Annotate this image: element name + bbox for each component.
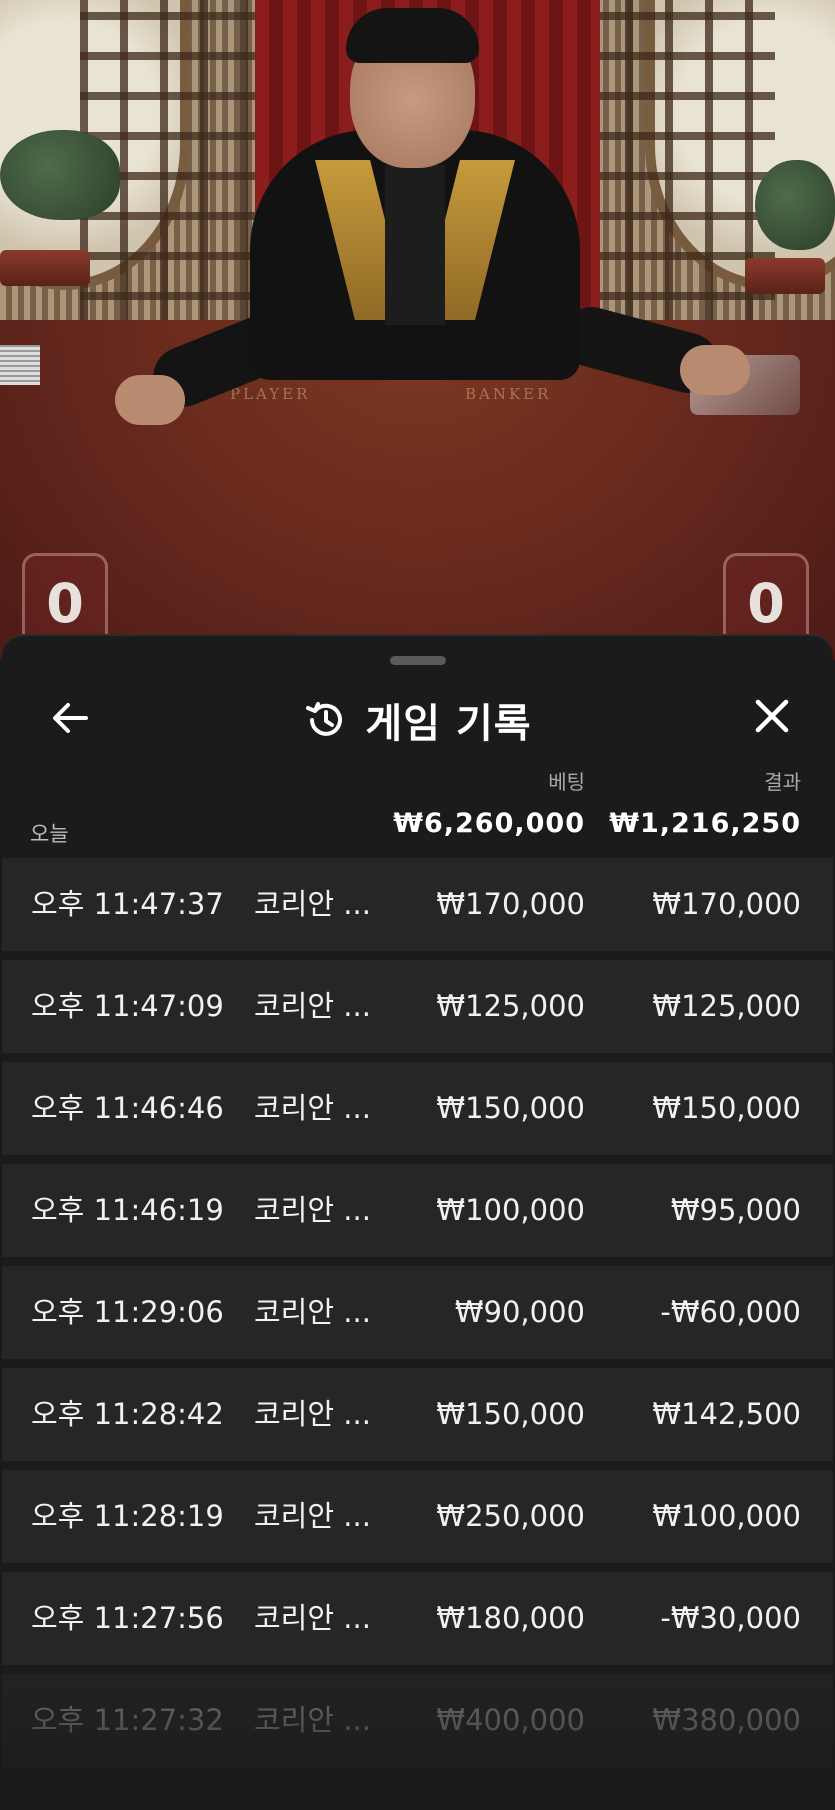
sheet-drag-handle[interactable] xyxy=(390,656,446,665)
row-result: ₩95,000 xyxy=(670,1193,801,1227)
card-stack xyxy=(0,345,40,385)
player-score: 0 xyxy=(46,572,84,635)
row-game: 코리안 ... xyxy=(254,1397,371,1431)
row-time: 오후 11:28:42 xyxy=(31,1397,224,1431)
history-row[interactable]: 오후 11:46:19 코리안 ... ₩100,000 ₩95,000 xyxy=(2,1164,833,1257)
history-summary: 베팅 결과 오늘 ₩6,260,000 ₩1,216,250 xyxy=(2,756,833,852)
date-group-label: 오늘 xyxy=(30,822,69,846)
dealer-hand-right xyxy=(680,345,750,395)
felt-player-label: PLAYER xyxy=(230,385,311,403)
sheet-title: 게임 기록 xyxy=(365,701,532,747)
row-game: 코리안 ... xyxy=(254,1193,371,1227)
bonsai-left xyxy=(0,130,120,220)
close-button[interactable] xyxy=(742,686,802,746)
history-row[interactable]: 오후 11:27:56 코리안 ... ₩180,000 -₩30,000 xyxy=(2,1572,833,1665)
total-bet-amount: ₩6,260,000 xyxy=(393,808,585,839)
row-bet: ₩150,000 xyxy=(436,1091,585,1125)
history-row[interactable]: 오후 11:47:09 코리안 ... ₩125,000 ₩125,000 xyxy=(2,960,833,1053)
row-result: ₩100,000 xyxy=(652,1499,801,1533)
row-bet: ₩400,000 xyxy=(436,1703,585,1737)
app-screen: PLAYER BANKER 0 0 게임 기록 베팅 결과 오늘 ₩6,260,… xyxy=(0,0,835,1810)
row-time: 오후 11:28:19 xyxy=(31,1499,224,1533)
row-bet: ₩180,000 xyxy=(436,1601,585,1635)
row-game: 코리안 ... xyxy=(254,1601,371,1635)
row-result: ₩380,000 xyxy=(652,1703,801,1737)
row-time: 오후 11:47:09 xyxy=(31,989,224,1023)
history-icon xyxy=(306,702,343,736)
row-time: 오후 11:46:19 xyxy=(31,1193,224,1227)
history-row[interactable]: 오후 11:27:32 코리안 ... ₩400,000 ₩380,000 xyxy=(2,1674,833,1767)
history-row[interactable]: 오후 11:29:06 코리안 ... ₩90,000 -₩60,000 xyxy=(2,1266,833,1359)
row-time: 오후 11:29:06 xyxy=(31,1295,224,1329)
history-row[interactable]: 오후 11:47:37 코리안 ... ₩170,000 ₩170,000 xyxy=(2,858,833,951)
sheet-header: 게임 기록 xyxy=(2,692,833,748)
banker-score: 0 xyxy=(747,572,785,635)
plant-pot-left xyxy=(0,250,90,286)
row-result: ₩170,000 xyxy=(652,887,801,921)
plant-pot-right xyxy=(745,258,825,294)
column-header-result: 결과 xyxy=(764,770,801,794)
history-row[interactable]: 오후 11:28:19 코리안 ... ₩250,000 ₩100,000 xyxy=(2,1470,833,1563)
dealer-shirt xyxy=(385,165,445,325)
total-result-amount: ₩1,216,250 xyxy=(609,808,801,839)
dealer-hair xyxy=(346,8,479,63)
bonsai-right xyxy=(755,160,835,250)
row-result: ₩150,000 xyxy=(652,1091,801,1125)
felt-banker-label: BANKER xyxy=(465,385,552,403)
row-game: 코리안 ... xyxy=(254,1091,371,1125)
row-game: 코리안 ... xyxy=(254,1499,371,1533)
column-header-bet: 베팅 xyxy=(548,770,585,794)
row-game: 코리안 ... xyxy=(254,989,371,1023)
dealer-hand-left xyxy=(115,375,185,425)
row-result: -₩30,000 xyxy=(660,1601,801,1635)
row-bet: ₩150,000 xyxy=(436,1397,585,1431)
row-time: 오후 11:46:46 xyxy=(31,1091,224,1125)
row-bet: ₩170,000 xyxy=(436,887,585,921)
history-row[interactable]: 오후 11:28:42 코리안 ... ₩150,000 ₩142,500 xyxy=(2,1368,833,1461)
history-row[interactable]: 오후 11:46:46 코리안 ... ₩150,000 ₩150,000 xyxy=(2,1062,833,1155)
row-game: 코리안 ... xyxy=(254,1703,371,1737)
live-video-feed: PLAYER BANKER 0 0 xyxy=(0,0,835,660)
row-result: -₩60,000 xyxy=(660,1295,801,1329)
row-bet: ₩100,000 xyxy=(436,1193,585,1227)
history-list: 오후 11:47:37 코리안 ... ₩170,000 ₩170,000 오후… xyxy=(2,858,833,1776)
row-game: 코리안 ... xyxy=(254,887,371,921)
row-bet: ₩250,000 xyxy=(436,1499,585,1533)
row-time: 오후 11:27:56 xyxy=(31,1601,224,1635)
row-result: ₩125,000 xyxy=(652,989,801,1023)
close-icon xyxy=(755,699,789,733)
row-bet: ₩125,000 xyxy=(436,989,585,1023)
row-time: 오후 11:27:32 xyxy=(31,1703,224,1737)
row-time: 오후 11:47:37 xyxy=(31,887,224,921)
game-history-sheet: 게임 기록 베팅 결과 오늘 ₩6,260,000 ₩1,216,250 오후 … xyxy=(2,634,833,1810)
row-bet: ₩90,000 xyxy=(454,1295,585,1329)
row-game: 코리안 ... xyxy=(254,1295,371,1329)
row-result: ₩142,500 xyxy=(652,1397,801,1431)
